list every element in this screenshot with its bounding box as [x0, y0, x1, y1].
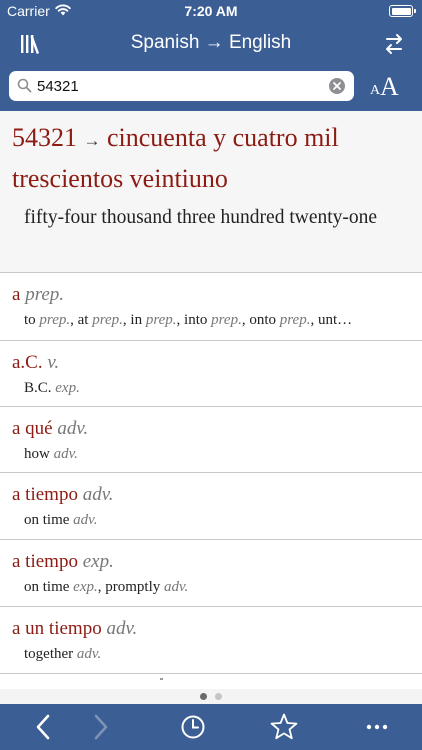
translation-text: how — [24, 446, 54, 462]
search-input[interactable] — [37, 76, 327, 96]
list-item[interactable]: a.C. v. B.C. exp. — [0, 342, 422, 407]
translation-text: B.C. — [24, 380, 56, 396]
translation-text: , onto — [241, 312, 280, 328]
translation-pos: prep. — [279, 312, 311, 328]
nav-bar: Spanish → English — [0, 22, 422, 66]
list-item[interactable]: a qué adv. how adv. — [0, 408, 422, 473]
bottom-toolbar — [0, 704, 422, 750]
translation-text: to — [24, 312, 40, 328]
translation-pos: prep. — [92, 312, 123, 328]
translation-text: , in — [122, 312, 146, 328]
chevron-right-icon[interactable] — [84, 711, 116, 743]
page-indicator — [0, 689, 422, 704]
translation-pos: prep. — [39, 312, 71, 328]
translation-pos: prep. — [145, 312, 177, 328]
battery-icon — [389, 5, 416, 17]
translation-pos: adv. — [76, 646, 102, 662]
entry-translations: together adv. — [24, 646, 410, 663]
entry-pos: v. — [47, 352, 60, 373]
font-size-small-label: A — [370, 83, 381, 98]
result-number: 54321 — [12, 123, 77, 152]
entry-pos: adv. — [57, 418, 89, 439]
translation-pos: exp. — [73, 579, 98, 595]
clear-icon — [333, 82, 341, 90]
translation-pos: exp. — [55, 380, 80, 396]
entry-word: a — [12, 284, 21, 305]
translation-text: on time — [24, 579, 74, 595]
font-size-large-label: A — [380, 72, 399, 101]
header: Carrier 7:20 AM Spanish → English 54321 … — [0, 0, 422, 111]
entry-word: a tiempo — [12, 551, 78, 572]
translation-pos: prep. — [211, 312, 242, 328]
page-dot-active[interactable] — [200, 693, 207, 700]
nav-title: Spanish → English — [130, 32, 292, 53]
search-icon — [17, 78, 32, 93]
status-bar: Carrier 7:20 AM — [0, 0, 422, 22]
translation-text: on time — [24, 512, 74, 528]
arrow-icon: → — [83, 131, 101, 150]
entry-pos: exp. — [82, 551, 114, 572]
result-english: fifty-four thousand three hundred twenty… — [24, 207, 378, 228]
translation-text: together — [24, 646, 77, 662]
entry-word: a un tiempo — [12, 618, 102, 639]
translation-text: , into — [176, 312, 212, 328]
entry-translations: how adv. — [24, 446, 410, 463]
swap-direction-icon[interactable] — [382, 31, 406, 57]
translation-text: , promptly — [97, 579, 164, 595]
translation-text: , at — [70, 312, 93, 328]
star-icon[interactable] — [268, 711, 300, 743]
results-list: 54321 → cincuenta y cuatro mil trescient… — [0, 111, 422, 689]
translation-pos: adv. — [53, 446, 78, 462]
partial-list-item — [0, 674, 422, 688]
translation-text: , unt… — [310, 312, 353, 328]
list-item[interactable]: a prep. to prep., at prep., in prep., in… — [0, 274, 422, 341]
entry-translations: on time adv. — [24, 512, 410, 529]
clock-icon[interactable] — [177, 711, 209, 743]
entry-word: a qué — [12, 418, 53, 439]
entry-headword: a tiempo exp. — [12, 551, 114, 573]
clock-time: 7:20 AM — [184, 3, 238, 19]
translation-pos: adv. — [73, 512, 98, 528]
number-result-card: 54321 → cincuenta y cuatro mil trescient… — [0, 111, 422, 273]
chevron-left-icon[interactable] — [28, 711, 60, 743]
entry-translations: B.C. exp. — [24, 380, 410, 397]
entry-translations: to prep., at prep., in prep., into prep.… — [24, 312, 410, 329]
search-box[interactable] — [9, 71, 354, 101]
entry-pos: adv. — [82, 484, 114, 505]
entry-word: a.C. — [12, 352, 43, 373]
entry-translations: on time exp., promptly adv. — [24, 579, 410, 596]
result-heading: 54321 → cincuenta y cuatro mil trescient… — [12, 119, 417, 198]
clear-search-button[interactable] — [329, 78, 345, 94]
entry-headword: a qué adv. — [12, 418, 88, 440]
entry-pos: prep. — [25, 284, 65, 305]
list-item[interactable]: a tiempo exp. on time exp., promptly adv… — [0, 541, 422, 607]
more-icon[interactable] — [361, 711, 393, 743]
page-dot[interactable] — [215, 693, 222, 700]
font-size-button[interactable]: A A — [368, 72, 404, 102]
entry-pos: adv. — [106, 618, 138, 639]
entry-headword: a un tiempo adv. — [12, 618, 137, 640]
list-item[interactable]: a un tiempo adv. together adv. — [0, 608, 422, 674]
entry-word: a tiempo — [12, 484, 78, 505]
entry-headword: a prep. — [12, 284, 64, 306]
list-item[interactable]: a tiempo adv. on time adv. — [0, 474, 422, 540]
entry-headword: a.C. v. — [12, 352, 59, 374]
translation-pos: adv. — [164, 579, 189, 595]
entry-headword: a tiempo adv. — [12, 484, 113, 506]
